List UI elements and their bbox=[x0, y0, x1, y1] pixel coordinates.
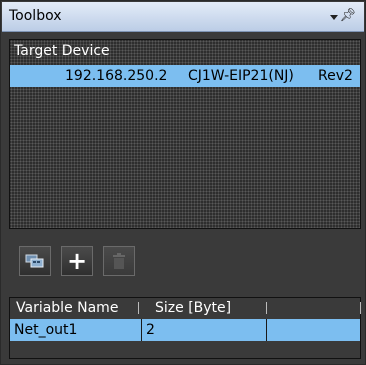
device-row[interactable]: 192.168.250.2 CJ1W-EIP21(NJ) Rev2 bbox=[10, 65, 360, 87]
plus-icon: + bbox=[66, 247, 88, 275]
size-cell[interactable]: 2 bbox=[146, 319, 155, 341]
cell-divider bbox=[266, 319, 267, 341]
delete-button[interactable] bbox=[103, 246, 135, 276]
table-row[interactable]: Net_out1 2 bbox=[10, 319, 360, 341]
column-header-size[interactable]: Size [Byte] bbox=[155, 298, 231, 318]
variable-table-header: Variable Name Size [Byte] bbox=[10, 298, 361, 318]
toolbox-panel: Toolbox 📌︎ Target Device 192.168.250.2 C… bbox=[0, 0, 366, 365]
variable-table: Variable Name Size [Byte] Net_out1 2 bbox=[9, 297, 361, 359]
column-separator[interactable] bbox=[138, 302, 139, 314]
cell-divider bbox=[141, 319, 142, 341]
network-devices-icon bbox=[25, 254, 44, 268]
pin-icon[interactable]: 📌︎ bbox=[339, 8, 356, 23]
add-button[interactable]: + bbox=[61, 246, 93, 276]
chevron-down-icon[interactable] bbox=[330, 15, 338, 20]
device-ip: 192.168.250.2 bbox=[65, 68, 168, 84]
target-device-header: Target Device bbox=[14, 43, 110, 59]
variable-name-cell[interactable]: Net_out1 bbox=[14, 319, 77, 341]
device-list-button[interactable] bbox=[19, 246, 51, 276]
panel-title: Toolbox bbox=[9, 8, 62, 24]
target-device-list: Target Device 192.168.250.2 CJ1W-EIP21(N… bbox=[9, 39, 361, 229]
toolbox-titlebar: Toolbox 📌︎ bbox=[2, 2, 364, 32]
column-separator[interactable] bbox=[266, 302, 267, 314]
column-header-variable-name[interactable]: Variable Name bbox=[16, 298, 118, 318]
column-separator[interactable] bbox=[360, 302, 361, 314]
device-revision: Rev2 bbox=[318, 68, 353, 84]
device-model: CJ1W-EIP21(NJ) bbox=[188, 68, 294, 84]
trash-icon bbox=[113, 253, 125, 269]
